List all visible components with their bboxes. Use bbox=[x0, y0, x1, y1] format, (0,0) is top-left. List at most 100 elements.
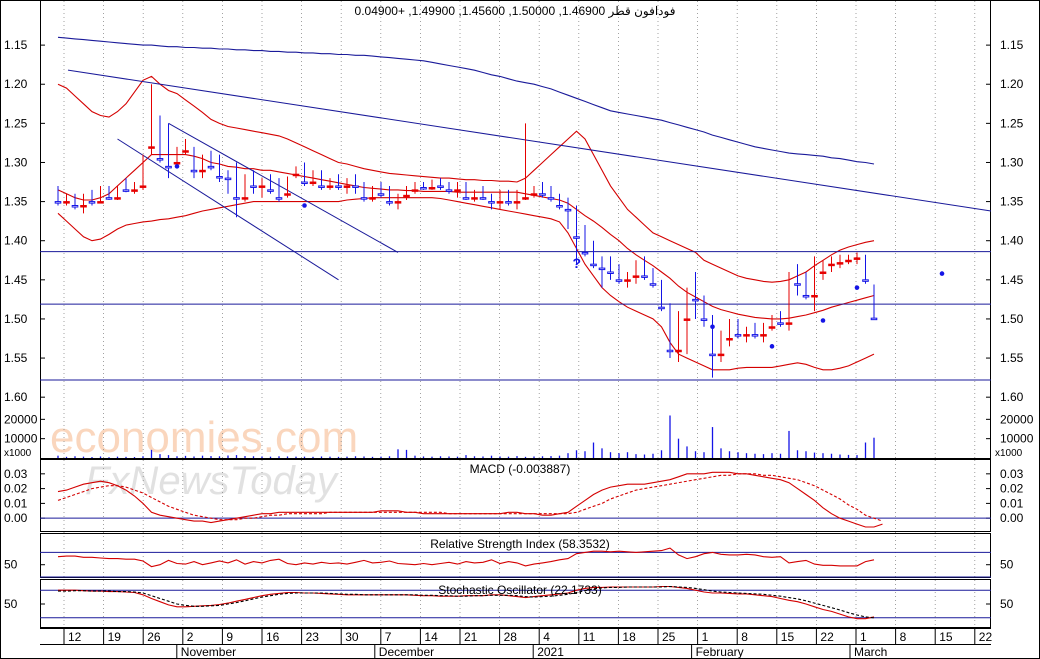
candle-body bbox=[63, 201, 70, 204]
candle-body bbox=[114, 197, 121, 200]
price-tick-right: 1.30 bbox=[1000, 155, 1024, 169]
candle-body bbox=[216, 176, 223, 179]
candle-body bbox=[250, 185, 257, 188]
candle-body bbox=[819, 271, 827, 274]
candle-body bbox=[530, 193, 538, 196]
candle-body bbox=[471, 197, 478, 200]
candle-body bbox=[522, 197, 529, 200]
price-tick-right: 1.60 bbox=[1000, 390, 1024, 404]
candle-body bbox=[360, 197, 368, 200]
candle-body bbox=[258, 185, 266, 188]
candle-body bbox=[275, 197, 283, 200]
signal-dot bbox=[854, 285, 860, 290]
price-tick-left: 1.25 bbox=[4, 116, 28, 130]
candle-body bbox=[870, 317, 878, 321]
candle-body bbox=[437, 185, 444, 188]
candle-body bbox=[556, 205, 563, 208]
candle-body bbox=[539, 193, 546, 196]
signal-dot bbox=[939, 271, 945, 276]
candle-body bbox=[598, 267, 606, 271]
candle-body bbox=[649, 283, 657, 286]
candle-body bbox=[139, 185, 147, 188]
candle-body bbox=[54, 201, 62, 204]
price-tick-left: 1.40 bbox=[4, 234, 28, 248]
price-tick-left: 1.15 bbox=[4, 38, 28, 52]
x-month-label: 2021 bbox=[537, 645, 564, 659]
candle-body bbox=[122, 189, 130, 192]
price-tick-left: 1.35 bbox=[4, 195, 28, 209]
candle-body bbox=[624, 279, 631, 282]
candle-body bbox=[88, 201, 96, 204]
x-day-label: 19 bbox=[108, 630, 122, 644]
candle-body bbox=[564, 208, 572, 212]
chart-title: فودافون قطر 1.46900, 1.50000, 1.45600, 1… bbox=[355, 4, 676, 18]
candle-body bbox=[411, 189, 419, 192]
macd-tick-right: 0.01 bbox=[1000, 496, 1024, 510]
stochastic-tick-right: 50 bbox=[1000, 597, 1014, 611]
candle-body bbox=[607, 271, 614, 274]
candle-body bbox=[182, 150, 189, 153]
volume-tick-left: 20000 bbox=[4, 412, 38, 426]
volume-tick-right: 20000 bbox=[1000, 412, 1034, 426]
macd-tick-right: 0.02 bbox=[1000, 482, 1024, 496]
x-day-label: 8 bbox=[741, 630, 748, 644]
candle-body bbox=[233, 197, 240, 200]
candle-body bbox=[207, 165, 215, 169]
candle-body bbox=[692, 298, 699, 302]
price-tick-right: 1.35 bbox=[1000, 195, 1024, 209]
candle-body bbox=[343, 185, 351, 188]
volume-tick-left: 10000 bbox=[4, 432, 38, 446]
x-day-label: 28 bbox=[504, 630, 518, 644]
x-day-label: 23 bbox=[306, 630, 320, 644]
candle-body bbox=[547, 197, 555, 200]
signal-dot bbox=[769, 344, 775, 349]
macd-tick-left: 0.01 bbox=[4, 496, 28, 510]
price-tick-right: 1.40 bbox=[1000, 234, 1024, 248]
candle-body bbox=[352, 185, 359, 188]
candle-body bbox=[80, 205, 87, 208]
price-tick-right: 1.20 bbox=[1000, 77, 1024, 91]
macd-tick-right: 0.00 bbox=[1000, 511, 1024, 525]
x-day-label: 26 bbox=[147, 630, 161, 644]
price-tick-left: 1.30 bbox=[4, 155, 28, 169]
rsi-tick-left: 50 bbox=[4, 558, 18, 572]
candle-body bbox=[734, 334, 742, 337]
candle-body bbox=[394, 201, 402, 204]
signal-dot bbox=[820, 318, 826, 323]
signal-dot bbox=[174, 164, 180, 169]
candle-body bbox=[335, 185, 342, 188]
candle-body bbox=[454, 189, 461, 192]
rsi-title: Relative Strength Index (58.3532) bbox=[430, 537, 609, 551]
candle-body bbox=[462, 197, 470, 200]
candle-body bbox=[794, 283, 801, 286]
macd-tick-right: 0.03 bbox=[1000, 467, 1024, 481]
candle-body bbox=[709, 353, 716, 357]
x-day-label: 30 bbox=[345, 630, 359, 644]
price-tick-right: 1.50 bbox=[1000, 312, 1024, 326]
candle-body bbox=[496, 201, 504, 204]
candle-body bbox=[785, 322, 793, 325]
candle-body bbox=[743, 334, 750, 337]
candle-body bbox=[420, 187, 427, 190]
candle-body bbox=[241, 197, 249, 200]
macd-tick-left: 0.00 bbox=[4, 511, 28, 525]
x-day-label: 22 bbox=[820, 630, 834, 644]
candle-body bbox=[224, 177, 232, 181]
x-day-label: 4 bbox=[543, 630, 550, 644]
macd-tick-left: 0.03 bbox=[4, 467, 28, 481]
x-day-label: 11 bbox=[583, 630, 596, 644]
price-tick-right: 1.55 bbox=[1000, 351, 1024, 365]
x-day-label: 12 bbox=[68, 630, 82, 644]
candle-body bbox=[131, 189, 138, 192]
candle-body bbox=[309, 181, 317, 185]
x-day-label: 22 bbox=[979, 630, 993, 644]
x-day-label: 2 bbox=[187, 630, 194, 644]
candle-body bbox=[581, 251, 589, 255]
x-day-label: 1 bbox=[860, 630, 867, 644]
candle-body bbox=[148, 146, 155, 149]
candle-body bbox=[488, 201, 495, 204]
candle-body bbox=[683, 318, 691, 321]
rsi-tick-right: 50 bbox=[1000, 558, 1014, 572]
x-day-label: 15 bbox=[939, 630, 953, 644]
candle-body bbox=[505, 201, 512, 204]
